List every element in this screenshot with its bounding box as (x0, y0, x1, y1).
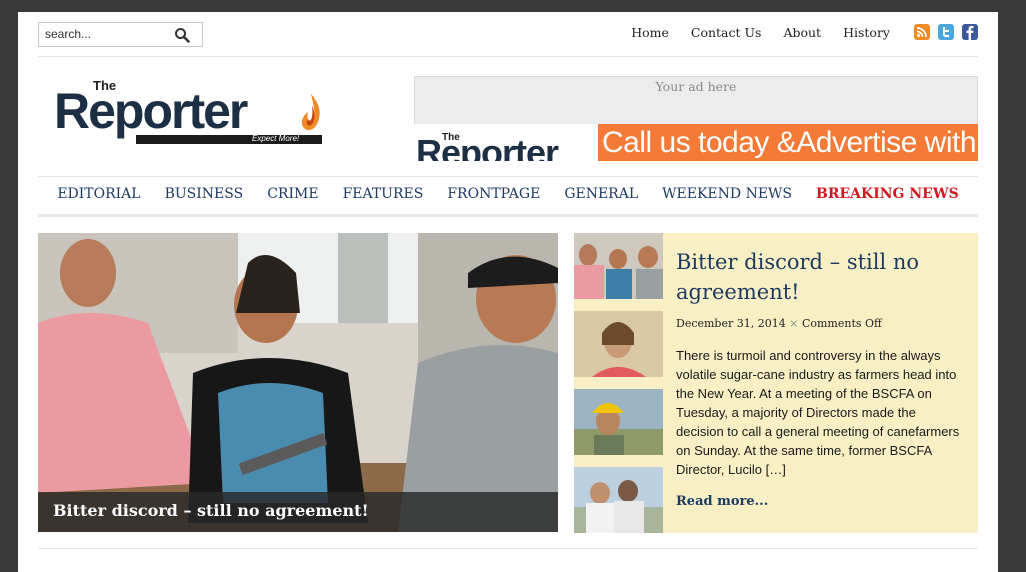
search-icon[interactable] (174, 27, 190, 43)
search-box (38, 22, 203, 47)
article-meta: December 31, 2014 × Comments Off (676, 317, 966, 330)
nav-business[interactable]: BUSINESS (165, 186, 244, 202)
nav-frontpage[interactable]: FRONTPAGE (447, 186, 540, 202)
bottom-divider (38, 548, 978, 549)
nav-features[interactable]: FEATURES (343, 186, 424, 202)
nav-general[interactable]: GENERAL (564, 186, 638, 202)
nav-weekend-news[interactable]: WEEKEND NEWS (662, 186, 792, 202)
nav-editorial[interactable]: EDITORIAL (57, 186, 140, 202)
top-nav-history[interactable]: History (843, 25, 890, 40)
featured-caption[interactable]: Bitter discord – still no agreement! (53, 501, 369, 520)
featured-caption-bar: Bitter discord – still no agreement! (38, 492, 558, 532)
top-nav-contact-us[interactable]: Contact Us (691, 25, 762, 40)
thumbnail-3[interactable] (574, 389, 663, 455)
article-preview-panel: Bitter discord – still no agreement! Dec… (574, 233, 978, 533)
article-comments: Comments Off (801, 317, 882, 330)
page: Home Contact Us About History (18, 12, 998, 572)
article-excerpt: There is turmoil and controversy in the … (676, 348, 960, 477)
top-divider (38, 56, 978, 57)
facebook-icon[interactable] (962, 24, 978, 40)
read-more-link[interactable]: Read more... (676, 494, 768, 509)
featured-slide[interactable]: Bitter discord – still no agreement! (38, 233, 558, 532)
twitter-icon[interactable] (938, 24, 954, 40)
article-date: December 31, 2014 (676, 317, 786, 330)
ad-placeholder-text: Your ad here (655, 79, 737, 94)
logo-tagline: Expect More! (252, 134, 300, 143)
thumbnail-4[interactable] (574, 467, 663, 533)
top-nav-about[interactable]: About (783, 25, 821, 40)
site-logo[interactable]: The Reporter Expect More! (52, 76, 332, 158)
banner-logo: Reporter The (416, 126, 596, 161)
banner-call-to-action: Call us today &Advertise with us! (598, 124, 978, 161)
nav-divider-top (38, 176, 978, 177)
banner-logo-the: The (442, 132, 460, 143)
ad-placeholder[interactable]: Your ad here (414, 76, 978, 125)
main-nav: EDITORIAL BUSINESS CRIME FEATURES FRONTP… (38, 186, 978, 202)
top-nav: Home Contact Us About History (609, 24, 978, 40)
meta-separator: × (789, 317, 799, 330)
top-nav-home[interactable]: Home (631, 25, 669, 40)
rss-icon[interactable] (914, 24, 930, 40)
ad-banner[interactable]: Reporter The Call us today &Advertise wi… (414, 124, 978, 161)
flame-icon (301, 94, 320, 131)
article-preview: Bitter discord – still no agreement! Dec… (676, 247, 966, 479)
thumbnail-2[interactable] (574, 311, 663, 377)
nav-crime[interactable]: CRIME (267, 186, 318, 202)
nav-divider-bottom (38, 214, 978, 217)
featured-photo (38, 233, 558, 532)
banner-logo-wordmark: Reporter (416, 132, 559, 161)
social-links (906, 24, 978, 40)
article-title[interactable]: Bitter discord – still no agreement! (676, 247, 966, 307)
logo-wordmark: Reporter (54, 83, 248, 139)
thumbnail-1[interactable] (574, 233, 663, 299)
search-input[interactable] (45, 26, 165, 42)
nav-breaking-news[interactable]: BREAKING NEWS (816, 186, 959, 202)
